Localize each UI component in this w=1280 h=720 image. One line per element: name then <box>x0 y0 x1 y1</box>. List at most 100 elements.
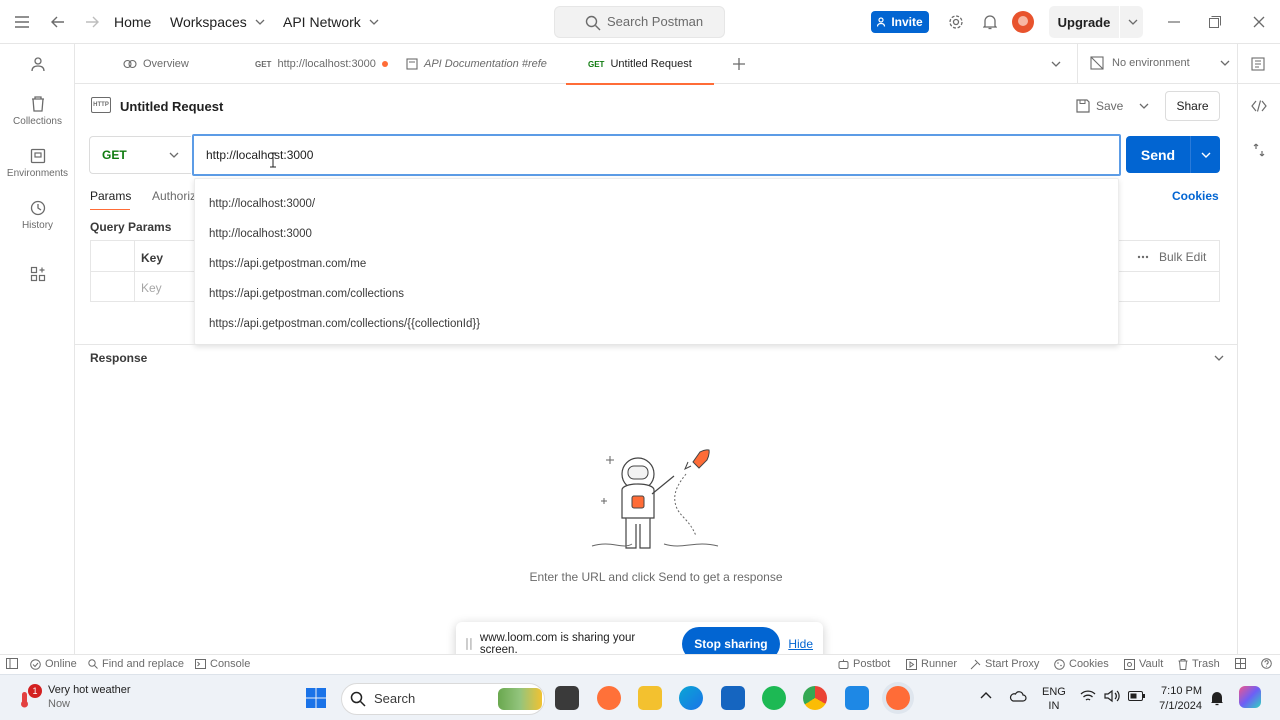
share-button[interactable]: Share <box>1165 91 1220 121</box>
sidebar-item-configure[interactable] <box>0 266 75 282</box>
firefox-icon[interactable] <box>597 686 621 710</box>
sidebar-item-collections[interactable]: Collections <box>0 96 75 127</box>
tab-localhost[interactable]: GET http://localhost:3000 <box>255 44 388 84</box>
suggestion-item[interactable]: http://localhost:3000 <box>195 219 1118 249</box>
menu-icon[interactable] <box>12 12 32 32</box>
store-icon[interactable] <box>721 686 745 710</box>
invite-button[interactable]: Invite <box>871 11 929 33</box>
postbot-button[interactable]: Postbot <box>838 658 890 670</box>
active-subtab-underline <box>90 209 130 210</box>
onedrive-icon[interactable] <box>1009 689 1027 703</box>
avatar[interactable] <box>1012 11 1034 33</box>
request-title[interactable]: Untitled Request <box>120 99 223 114</box>
method-select[interactable]: GET <box>89 136 191 174</box>
sidebar-item-profile[interactable] <box>0 56 75 72</box>
method-label: GET <box>102 148 127 162</box>
environment-selector[interactable]: No environment <box>1090 56 1230 70</box>
bell-icon[interactable] <box>980 12 1000 32</box>
taskbar-search-label: Search <box>374 691 416 706</box>
online-status[interactable]: Online <box>30 658 77 670</box>
close-icon[interactable] <box>1249 12 1269 32</box>
tab-label: Overview <box>143 58 189 70</box>
search-icon <box>88 659 98 669</box>
notification-bell-icon[interactable] <box>1210 690 1224 706</box>
back-arrow-icon[interactable] <box>48 12 68 32</box>
document-icon <box>406 58 418 70</box>
nav-workspaces[interactable]: Workspaces <box>170 14 265 30</box>
system-tray[interactable] <box>1080 689 1146 703</box>
tab-overview[interactable]: Overview <box>123 44 189 84</box>
taskbar-search[interactable]: Search <box>341 683 545 715</box>
sidebar-item-history[interactable]: History <box>0 200 75 231</box>
cookies-link[interactable]: Cookies <box>1172 189 1219 203</box>
postbot-label: Postbot <box>853 658 891 670</box>
find-replace-button[interactable]: Find and replace <box>88 658 184 670</box>
help-icon[interactable] <box>1261 658 1272 669</box>
tab-authorization[interactable]: Authoriz <box>152 189 196 203</box>
save-icon <box>1076 99 1090 113</box>
show-hidden-icons-chevron-icon[interactable] <box>980 691 992 699</box>
environment-icon <box>30 148 45 164</box>
related-collections-icon[interactable] <box>1250 142 1268 158</box>
toggle-sidebar-icon[interactable] <box>6 658 18 669</box>
restore-icon[interactable] <box>1205 12 1225 32</box>
weather-widget[interactable]: 1 Very hot weather Now <box>16 683 131 711</box>
nav-home[interactable]: Home <box>114 14 151 30</box>
code-icon[interactable] <box>1250 98 1268 114</box>
tab-params[interactable]: Params <box>90 189 131 203</box>
key-input[interactable]: Key <box>141 281 162 295</box>
suggestion-item[interactable]: https://api.getpostman.com/me <box>195 249 1118 279</box>
tab-bar: Overview GET http://localhost:3000 API D… <box>75 44 1280 85</box>
suggestion-item[interactable]: https://api.getpostman.com/collections <box>195 279 1118 309</box>
new-tab-plus-icon[interactable] <box>731 56 747 72</box>
settings-gear-icon[interactable] <box>946 12 966 32</box>
start-proxy-button[interactable]: Start Proxy <box>970 658 1039 670</box>
language-indicator[interactable]: ENG IN <box>1042 685 1066 713</box>
url-input[interactable] <box>192 134 1121 176</box>
top-bar: Home Workspaces API Network Search Postm… <box>0 0 1280 44</box>
nav-api-network[interactable]: API Network <box>283 14 379 30</box>
task-view-icon[interactable] <box>555 686 579 710</box>
chrome-icon[interactable] <box>803 686 827 710</box>
tab-api-documentation[interactable]: API Documentation #refe <box>406 44 547 84</box>
vscode-icon[interactable] <box>845 686 869 710</box>
suggestion-item[interactable]: http://localhost:3000/ <box>195 189 1118 219</box>
upgrade-button[interactable]: Upgrade <box>1049 6 1143 38</box>
upgrade-label: Upgrade <box>1057 14 1111 30</box>
environment-quick-look-icon[interactable] <box>1250 56 1266 72</box>
two-pane-view-icon[interactable] <box>1235 658 1246 669</box>
trash-can-icon <box>31 96 44 112</box>
chevron-down-icon[interactable] <box>1212 352 1226 364</box>
hide-link[interactable]: Hide <box>788 637 813 651</box>
cookies-button[interactable]: Cookies <box>1054 658 1109 670</box>
nav-api-network-label: API Network <box>283 14 361 30</box>
file-explorer-icon[interactable] <box>638 686 662 710</box>
trash-icon <box>1178 658 1188 670</box>
response-title[interactable]: Response <box>90 351 147 365</box>
forward-arrow-icon[interactable] <box>82 12 102 32</box>
spotify-icon[interactable] <box>762 686 786 710</box>
tab-untitled-request[interactable]: GET Untitled Request <box>566 44 714 85</box>
chevron-down-icon <box>1201 152 1211 158</box>
sidebar-item-environments[interactable]: Environments <box>0 148 75 179</box>
trash-button[interactable]: Trash <box>1178 658 1220 670</box>
console-button[interactable]: Console <box>195 658 250 670</box>
tabs-dropdown-icon[interactable] <box>1049 58 1063 70</box>
clock[interactable]: 7:10 PM 7/1/2024 <box>1150 684 1202 714</box>
edge-icon[interactable] <box>679 686 703 710</box>
copilot-icon[interactable] <box>1239 686 1261 708</box>
save-button[interactable]: Save <box>1076 91 1158 121</box>
add-workspace-icon <box>30 266 45 282</box>
minimize-icon[interactable] <box>1164 12 1184 32</box>
runner-button[interactable]: Runner <box>906 658 957 670</box>
global-search[interactable]: Search Postman <box>554 6 725 38</box>
bulk-edit-button[interactable]: Bulk Edit <box>1137 250 1206 264</box>
url-suggestions-dropdown: http://localhost:3000/ http://localhost:… <box>194 178 1119 345</box>
tab-method: GET <box>255 59 272 69</box>
suggestion-item[interactable]: https://api.getpostman.com/collections/{… <box>195 309 1118 339</box>
windows-start-icon[interactable] <box>305 687 327 709</box>
vault-button[interactable]: Vault <box>1124 658 1163 670</box>
send-button[interactable]: Send <box>1126 136 1220 173</box>
sidebar-item-label: Environments <box>6 168 69 179</box>
postman-icon[interactable] <box>886 686 910 710</box>
